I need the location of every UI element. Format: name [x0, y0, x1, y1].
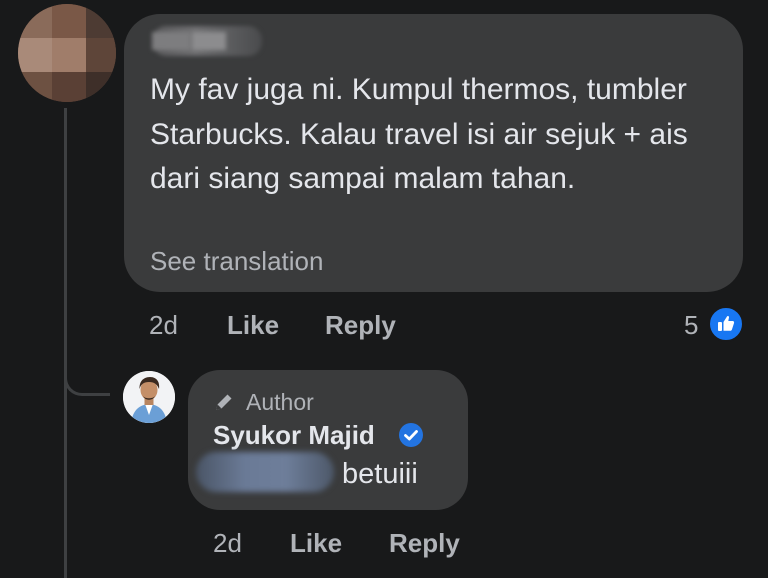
reply-actions: 2d Like Reply	[213, 528, 533, 562]
author-avatar[interactable]	[123, 371, 175, 423]
mention-redacted[interactable]	[196, 452, 334, 492]
reaction-count[interactable]: 5	[684, 310, 698, 341]
author-name[interactable]: Syukor Majid	[213, 420, 375, 451]
commenter-name-redacted[interactable]	[152, 26, 262, 56]
reply-text: betuiii	[342, 458, 418, 490]
reply-thread-connector	[64, 360, 110, 396]
reply-timestamp[interactable]: 2d	[213, 528, 242, 559]
author-badge-label: Author	[246, 389, 314, 415]
reply-like-button[interactable]: Like	[290, 528, 342, 559]
thread-line	[64, 108, 67, 578]
comment-timestamp[interactable]: 2d	[149, 310, 178, 341]
pencil-icon	[216, 394, 232, 410]
like-button[interactable]: Like	[227, 310, 279, 341]
reply-reply-button[interactable]: Reply	[389, 528, 460, 559]
see-translation-link[interactable]: See translation	[150, 246, 323, 277]
comment-actions: 2d Like Reply	[149, 310, 469, 344]
comment-text: My fav juga ni. Kumpul thermos, tumbler …	[150, 73, 688, 195]
like-icon[interactable]	[708, 306, 744, 342]
commenter-avatar[interactable]	[18, 4, 116, 102]
reply-button[interactable]: Reply	[325, 310, 396, 341]
verified-badge-icon	[399, 423, 423, 447]
